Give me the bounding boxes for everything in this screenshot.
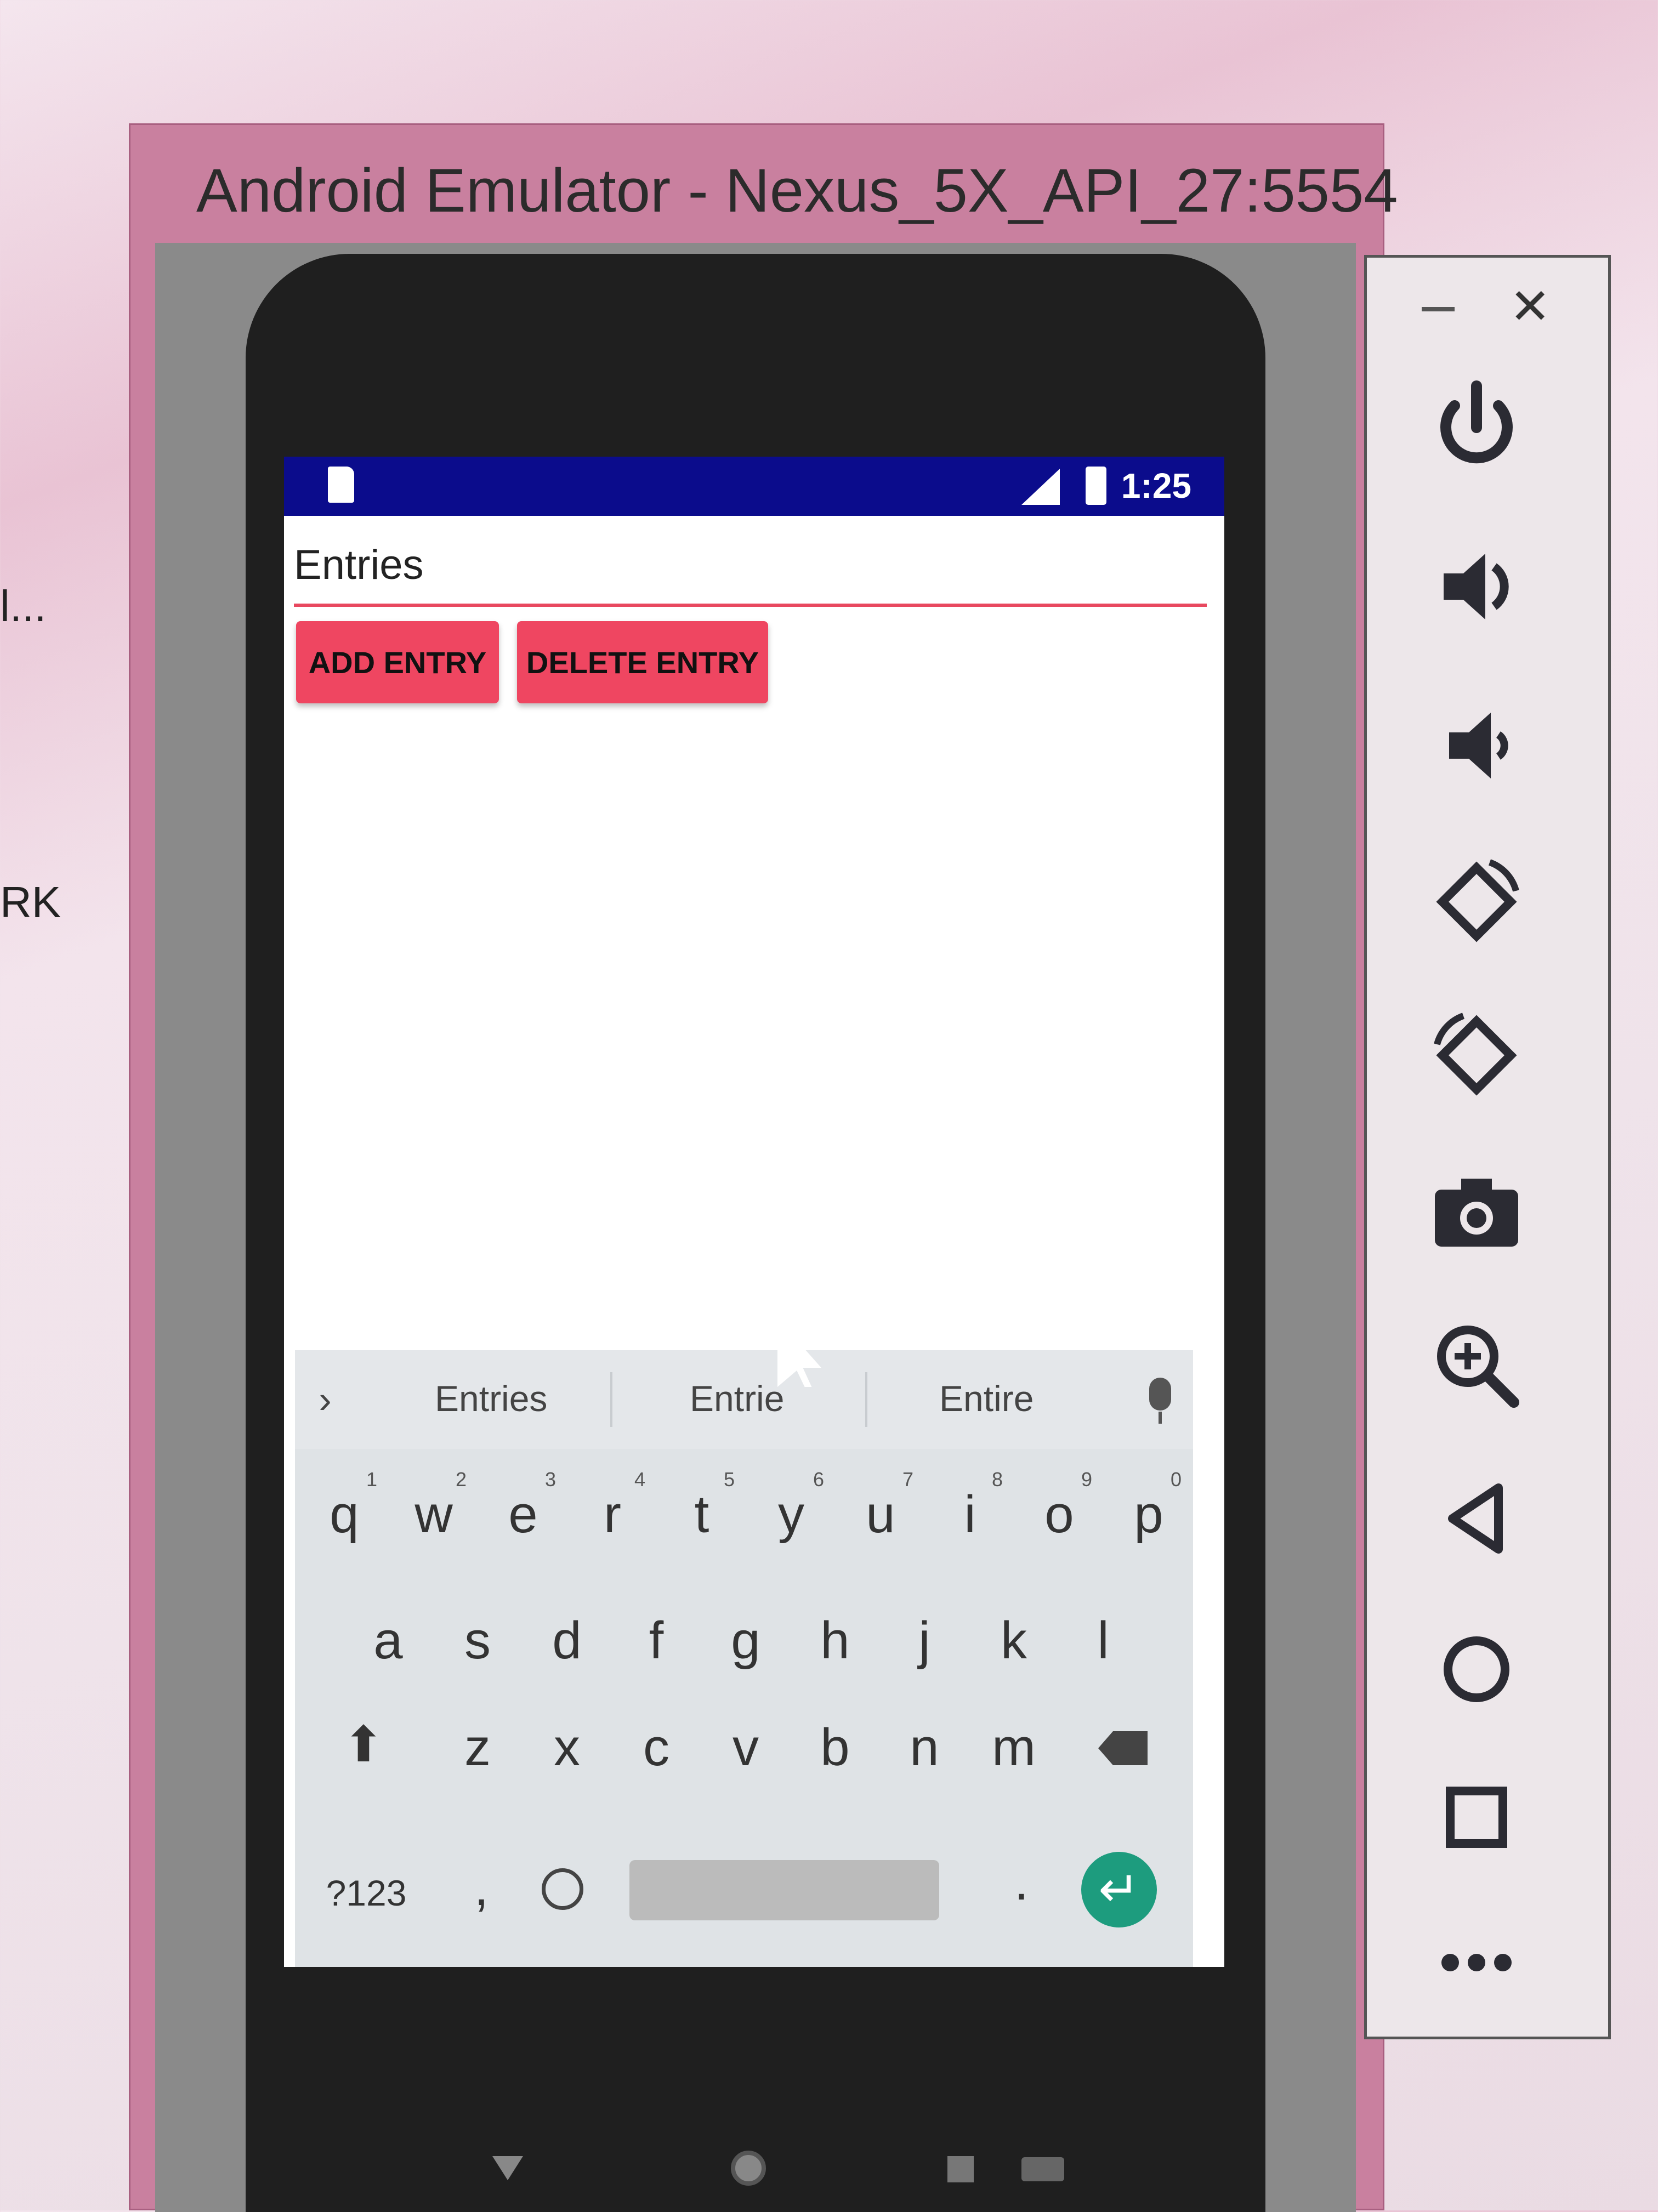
key-i[interactable]: i8 bbox=[932, 1460, 1008, 1570]
keyboard-switch-icon[interactable] bbox=[1021, 2157, 1064, 2181]
key-y[interactable]: y6 bbox=[753, 1460, 830, 1570]
volume-down-icon[interactable] bbox=[1422, 691, 1531, 800]
minimize-icon[interactable] bbox=[1422, 307, 1455, 311]
key-v[interactable]: v bbox=[707, 1693, 784, 1802]
key-s[interactable]: s bbox=[439, 1586, 516, 1696]
key-m[interactable]: m bbox=[975, 1693, 1052, 1802]
add-entry-button[interactable]: ADD ENTRY bbox=[296, 621, 499, 703]
overview-icon[interactable] bbox=[1422, 1762, 1531, 1872]
key-label: y bbox=[778, 1485, 804, 1544]
key-b[interactable]: b bbox=[797, 1693, 873, 1802]
key-r[interactable]: r4 bbox=[574, 1460, 651, 1570]
key-t[interactable]: t5 bbox=[663, 1460, 740, 1570]
rotate-left-icon[interactable] bbox=[1422, 847, 1531, 957]
device-nav-bar bbox=[372, 2140, 1139, 2211]
more-icon[interactable] bbox=[1422, 1908, 1531, 2017]
key-label: t bbox=[694, 1485, 709, 1544]
battery-icon bbox=[1086, 467, 1106, 505]
key-label: q bbox=[330, 1485, 359, 1544]
key-label: p bbox=[1134, 1485, 1163, 1544]
key-k[interactable]: k bbox=[975, 1586, 1052, 1696]
suggestion-3[interactable]: Entire bbox=[939, 1378, 1034, 1419]
delete-entry-button[interactable]: DELETE ENTRY bbox=[517, 621, 768, 703]
key-hint: 5 bbox=[723, 1468, 735, 1491]
close-icon[interactable]: ✕ bbox=[1509, 280, 1551, 334]
space-bar[interactable] bbox=[629, 1860, 939, 1920]
key-a[interactable]: a bbox=[350, 1586, 427, 1696]
suggestion-2[interactable]: Entrie bbox=[690, 1378, 784, 1419]
desktop-label-1: l... bbox=[0, 582, 47, 630]
key-label: r bbox=[604, 1485, 621, 1544]
microphone-stand bbox=[1159, 1412, 1162, 1424]
home-icon[interactable] bbox=[1422, 1614, 1531, 1724]
key-label: e bbox=[508, 1485, 538, 1544]
key-period[interactable]: . bbox=[983, 1827, 1060, 1937]
rotate-right-icon[interactable] bbox=[1422, 1000, 1531, 1110]
key-o[interactable]: o9 bbox=[1021, 1460, 1098, 1570]
device-screen[interactable]: 1:25 Entries ADD ENTRY DELETE ENTRY › En… bbox=[284, 457, 1224, 1967]
key-hint: 0 bbox=[1170, 1468, 1182, 1491]
key-x[interactable]: x bbox=[529, 1693, 605, 1802]
key-u[interactable]: u7 bbox=[842, 1460, 919, 1570]
phone-frame: 1:25 Entries ADD ENTRY DELETE ENTRY › En… bbox=[246, 254, 1265, 2212]
key-label: i bbox=[964, 1485, 976, 1544]
suggestion-divider bbox=[865, 1372, 867, 1427]
suggestion-divider bbox=[610, 1372, 612, 1427]
key-hint: 1 bbox=[366, 1468, 377, 1491]
back-icon[interactable] bbox=[1422, 1464, 1531, 1573]
camera-icon[interactable] bbox=[1422, 1157, 1531, 1266]
key-hint: 9 bbox=[1081, 1468, 1092, 1491]
key-hint: 8 bbox=[991, 1468, 1003, 1491]
nav-back-icon[interactable] bbox=[492, 2156, 523, 2180]
key-hint: 4 bbox=[634, 1468, 645, 1491]
status-time: 1:25 bbox=[1121, 466, 1191, 505]
key-h[interactable]: h bbox=[797, 1586, 873, 1696]
keyboard-row-2: a s d f g h j k l bbox=[295, 1586, 1193, 1696]
key-w[interactable]: w2 bbox=[395, 1460, 472, 1570]
key-label: w bbox=[414, 1485, 453, 1544]
key-e[interactable]: e3 bbox=[485, 1460, 561, 1570]
key-hint: 3 bbox=[544, 1468, 556, 1491]
key-q[interactable]: q1 bbox=[306, 1460, 383, 1570]
emulator-toolbar: ✕ bbox=[1364, 255, 1611, 2039]
nav-recents-icon[interactable] bbox=[947, 2156, 974, 2182]
suggestion-1[interactable]: Entries bbox=[435, 1378, 547, 1419]
power-icon[interactable] bbox=[1422, 373, 1531, 482]
emoji-icon[interactable] bbox=[542, 1868, 583, 1910]
key-g[interactable]: g bbox=[707, 1586, 784, 1696]
status-bar: 1:25 bbox=[284, 457, 1224, 516]
key-d[interactable]: d bbox=[529, 1586, 605, 1696]
key-c[interactable]: c bbox=[618, 1693, 695, 1802]
key-hint: 7 bbox=[902, 1468, 913, 1491]
expand-toolbar-icon[interactable]: › bbox=[303, 1378, 347, 1421]
sd-card-icon bbox=[328, 467, 354, 503]
nav-home-icon[interactable] bbox=[731, 2151, 766, 2186]
key-n[interactable]: n bbox=[886, 1693, 963, 1802]
key-label: o bbox=[1044, 1485, 1074, 1544]
soft-keyboard: › Entries Entrie Entire q1 w2 e3 r4 t 5 … bbox=[295, 1350, 1193, 1967]
key-hint: 6 bbox=[813, 1468, 824, 1491]
emulator-client-area: 1:25 Entries ADD ENTRY DELETE ENTRY › En… bbox=[155, 243, 1356, 2212]
key-p[interactable]: p0 bbox=[1110, 1460, 1187, 1570]
key-l[interactable]: l bbox=[1065, 1586, 1142, 1696]
window-title: Android Emulator - Nexus_5X_API_27:5554 bbox=[196, 156, 1398, 225]
key-comma[interactable]: , bbox=[443, 1833, 520, 1942]
volume-up-icon[interactable] bbox=[1422, 532, 1531, 641]
suggestion-strip: › Entries Entrie Entire bbox=[295, 1350, 1193, 1449]
desktop-label-2: RK bbox=[0, 878, 61, 926]
microphone-icon[interactable] bbox=[1149, 1378, 1171, 1411]
zoom-icon[interactable] bbox=[1422, 1310, 1531, 1420]
key-f[interactable]: f bbox=[618, 1586, 695, 1696]
entry-input[interactable]: Entries bbox=[294, 527, 1207, 607]
signal-icon bbox=[1021, 469, 1060, 505]
key-z[interactable]: z bbox=[439, 1693, 516, 1802]
keyboard-row-1: q1 w2 e3 r4 t5 y6 u7 i8 o9 p0 bbox=[295, 1460, 1193, 1570]
symbols-key[interactable]: ?123 bbox=[311, 1838, 421, 1948]
key-j[interactable]: j bbox=[886, 1586, 963, 1696]
keyboard-row-3: z x c v b n m bbox=[295, 1693, 1193, 1802]
key-hint: 2 bbox=[455, 1468, 467, 1491]
key-label: u bbox=[866, 1485, 895, 1544]
emulator-window: Android Emulator - Nexus_5X_API_27:5554 … bbox=[129, 123, 1398, 2212]
enter-icon[interactable]: ↵ bbox=[1081, 1852, 1157, 1927]
